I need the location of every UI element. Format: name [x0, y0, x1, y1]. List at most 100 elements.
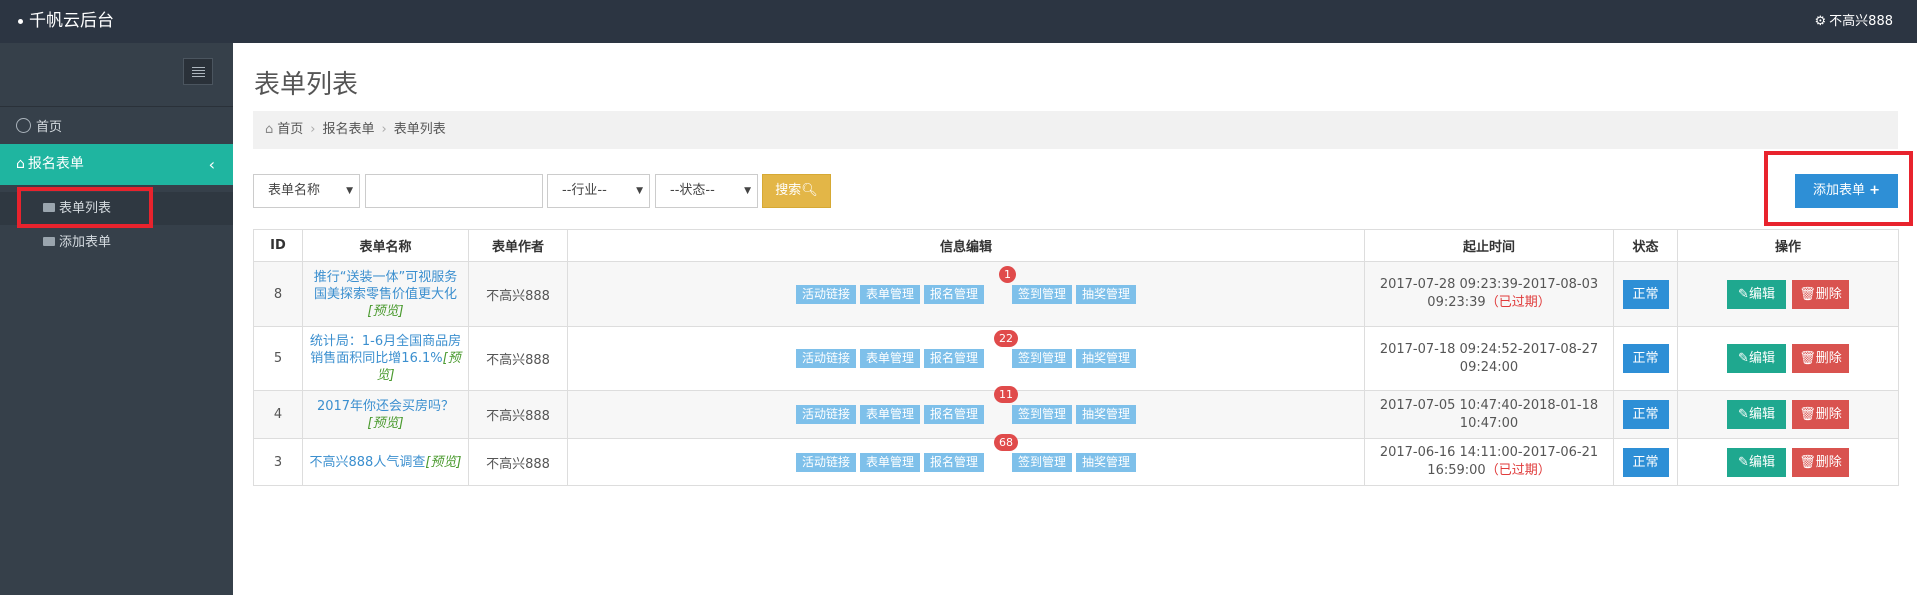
dashboard-icon [16, 118, 31, 133]
row-id: 8 [253, 261, 303, 327]
row-status-cell: 正常 [1613, 438, 1678, 486]
delete-button[interactable]: 🗑︎删除 [1792, 279, 1849, 309]
info-tag-button[interactable]: 表单管理 [859, 452, 920, 472]
edit-icon: ✎ [1738, 351, 1749, 366]
info-tag-button[interactable]: 表单管理 [859, 405, 920, 424]
sidebar-toggle-button[interactable] [183, 58, 213, 85]
status-button[interactable]: 正常 [1622, 400, 1669, 429]
form-title-link[interactable]: 不高兴888人气调查[预览] [303, 454, 468, 471]
form-title[interactable]: 2017年你还会买房吗？ [317, 399, 454, 414]
info-tag-button[interactable]: 活动链接 [795, 452, 856, 472]
sidebar-item-label: 首页 [36, 120, 63, 135]
sidebar-item-label: 报名表单 [27, 156, 84, 172]
expired-label: （已过期） [1485, 463, 1551, 478]
signup-count-badge: 22 [993, 330, 1018, 347]
info-tag-button[interactable]: 签到管理 [1012, 349, 1073, 368]
search-button[interactable]: 搜索🔍︎ [762, 174, 831, 208]
status-select[interactable]: --状态-- ▼ [655, 174, 758, 208]
edit-label: 编辑 [1748, 351, 1775, 366]
edit-button[interactable]: ✎编辑 [1727, 279, 1786, 309]
form-title-link[interactable]: 统计局：1-6月全国商品房销售面积同比增16.1%[预览] [303, 333, 468, 384]
row-time-cell: 2017-07-28 09:23:39-2017-08-03 09:23:39（已… [1364, 261, 1614, 327]
edit-icon: ✎ [1738, 454, 1749, 470]
info-tag-button[interactable]: 活动链接 [795, 284, 856, 304]
highlight-box [17, 187, 153, 228]
form-title[interactable]: 统计局：1-6月全国商品房销售面积同比增16.1% [310, 334, 461, 366]
sidebar-item-home[interactable]: 首页 [0, 108, 233, 148]
status-button[interactable]: 正常 [1622, 279, 1669, 309]
info-tags: 活动链接 表单管理 报名管理 签到管理 抽奖管理 1 [794, 265, 1138, 304]
form-title[interactable]: 推行“送装一体”可视服务 国美探索零售价值更大化 [314, 270, 457, 302]
info-tag-button[interactable]: 活动链接 [795, 405, 856, 424]
row-title-cell: 推行“送装一体”可视服务 国美探索零售价值更大化 [预览] [302, 261, 469, 327]
delete-button[interactable]: 🗑︎删除 [1792, 447, 1849, 477]
edit-button[interactable]: ✎编辑 [1727, 447, 1786, 477]
preview-link[interactable]: [预览] [367, 416, 403, 431]
time-range-start: 2017-06-16 14:11:00-2017-06-21 [1379, 445, 1599, 460]
row-id: 3 [253, 438, 303, 486]
user-menu[interactable]: ⚙ 不高兴888 [1815, 0, 1893, 43]
info-tag-button[interactable]: 报名管理 [923, 349, 984, 368]
signup-count-badge: 11 [993, 386, 1018, 403]
menu-line [192, 70, 205, 71]
delete-button[interactable]: 🗑︎删除 [1792, 344, 1849, 373]
breadcrumb-separator: › [310, 122, 316, 137]
info-tag-button[interactable]: 报名管理 [923, 284, 984, 304]
sidebar-item-signup-forms[interactable]: ⌂ 报名表单 ‹ [0, 144, 233, 185]
row-id: 4 [253, 390, 303, 439]
status-button[interactable]: 正常 [1622, 344, 1669, 373]
app-brand[interactable]: 千帆云后台 [18, 0, 114, 43]
info-tag-button[interactable]: 报名管理 [923, 405, 984, 424]
info-tag-button[interactable]: 抽奖管理 [1076, 349, 1137, 368]
gear-icon: ⚙ [1814, 14, 1827, 29]
status-button[interactable]: 正常 [1622, 447, 1669, 477]
info-tag-button[interactable]: 表单管理 [859, 284, 920, 304]
breadcrumb-section[interactable]: 报名表单 [322, 122, 374, 137]
menu-line [192, 76, 205, 77]
info-tag-button[interactable]: 表单管理 [859, 349, 920, 368]
forms-table: ID 表单名称 表单作者 信息编辑 起止时间 状态 操作 8 推行“送装一体”可视… [253, 229, 1899, 486]
page-title: 表单列表 [254, 70, 359, 100]
delete-label: 删除 [1815, 286, 1842, 302]
sidebar-item-add-form[interactable]: 添加表单 [0, 226, 233, 259]
column-header: 操作 [1677, 229, 1899, 262]
industry-select[interactable]: --行业-- ▼ [547, 174, 650, 208]
trash-icon: 🗑︎ [1799, 351, 1816, 366]
row-time-cell: 2017-06-16 14:11:00-2017-06-21 16:59:00（已… [1364, 438, 1614, 486]
edit-icon: ✎ [1738, 407, 1749, 422]
search-input[interactable] [365, 174, 543, 208]
form-title[interactable]: 不高兴888人气调查 [310, 455, 426, 470]
row-time-cell: 2017-07-05 10:47:40-2018-01-18 10:47:00 [1364, 390, 1614, 439]
edit-button[interactable]: ✎编辑 [1727, 400, 1786, 429]
breadcrumb-current: 表单列表 [393, 122, 446, 137]
info-tag-button[interactable]: 活动链接 [795, 349, 856, 368]
column-header: 起止时间 [1364, 229, 1614, 262]
table-header-row: ID 表单名称 表单作者 信息编辑 起止时间 状态 操作 [253, 229, 1899, 262]
breadcrumb-home[interactable]: 首页 [277, 122, 303, 137]
row-info-cell: 活动链接 表单管理 报名管理 签到管理 抽奖管理 1 [567, 261, 1365, 327]
time-range-end: 16:59:00 [1427, 463, 1486, 478]
info-tag-button[interactable]: 签到管理 [1012, 284, 1073, 304]
info-tag-button[interactable]: 签到管理 [1012, 405, 1073, 424]
time-range-start: 2017-07-05 10:47:40-2018-01-18 [1379, 397, 1599, 413]
info-tag-button[interactable]: 抽奖管理 [1076, 284, 1137, 304]
preview-link[interactable]: [预览] [367, 304, 403, 319]
brand-dot-icon [18, 18, 23, 24]
delete-button[interactable]: 🗑︎删除 [1792, 400, 1849, 429]
info-tag-button[interactable]: 签到管理 [1012, 452, 1073, 472]
home-icon: ⌂ [265, 122, 274, 137]
caret-down-icon: ▼ [744, 186, 751, 196]
field-select[interactable]: 表单名称 ▼ [253, 174, 360, 208]
row-status-cell: 正常 [1613, 261, 1678, 327]
info-tag-button[interactable]: 抽奖管理 [1076, 452, 1137, 472]
form-title-link[interactable]: 推行“送装一体”可视服务 国美探索零售价值更大化 [预览] [303, 269, 468, 320]
edit-button[interactable]: ✎编辑 [1727, 344, 1786, 373]
row-actions-cell: ✎编辑 🗑︎删除 [1677, 326, 1899, 391]
preview-link[interactable]: [预览] [425, 455, 461, 470]
info-tag-button[interactable]: 抽奖管理 [1076, 405, 1137, 424]
form-title-link[interactable]: 2017年你还会买房吗？ [预览] [303, 398, 468, 432]
home-icon: ⌂ [16, 156, 25, 172]
info-tags: 活动链接 表单管理 报名管理 签到管理 抽奖管理 11 [794, 386, 1138, 424]
info-tag-button[interactable]: 报名管理 [923, 452, 984, 472]
time-range-start: 2017-07-18 09:24:52-2017-08-27 [1379, 341, 1599, 357]
